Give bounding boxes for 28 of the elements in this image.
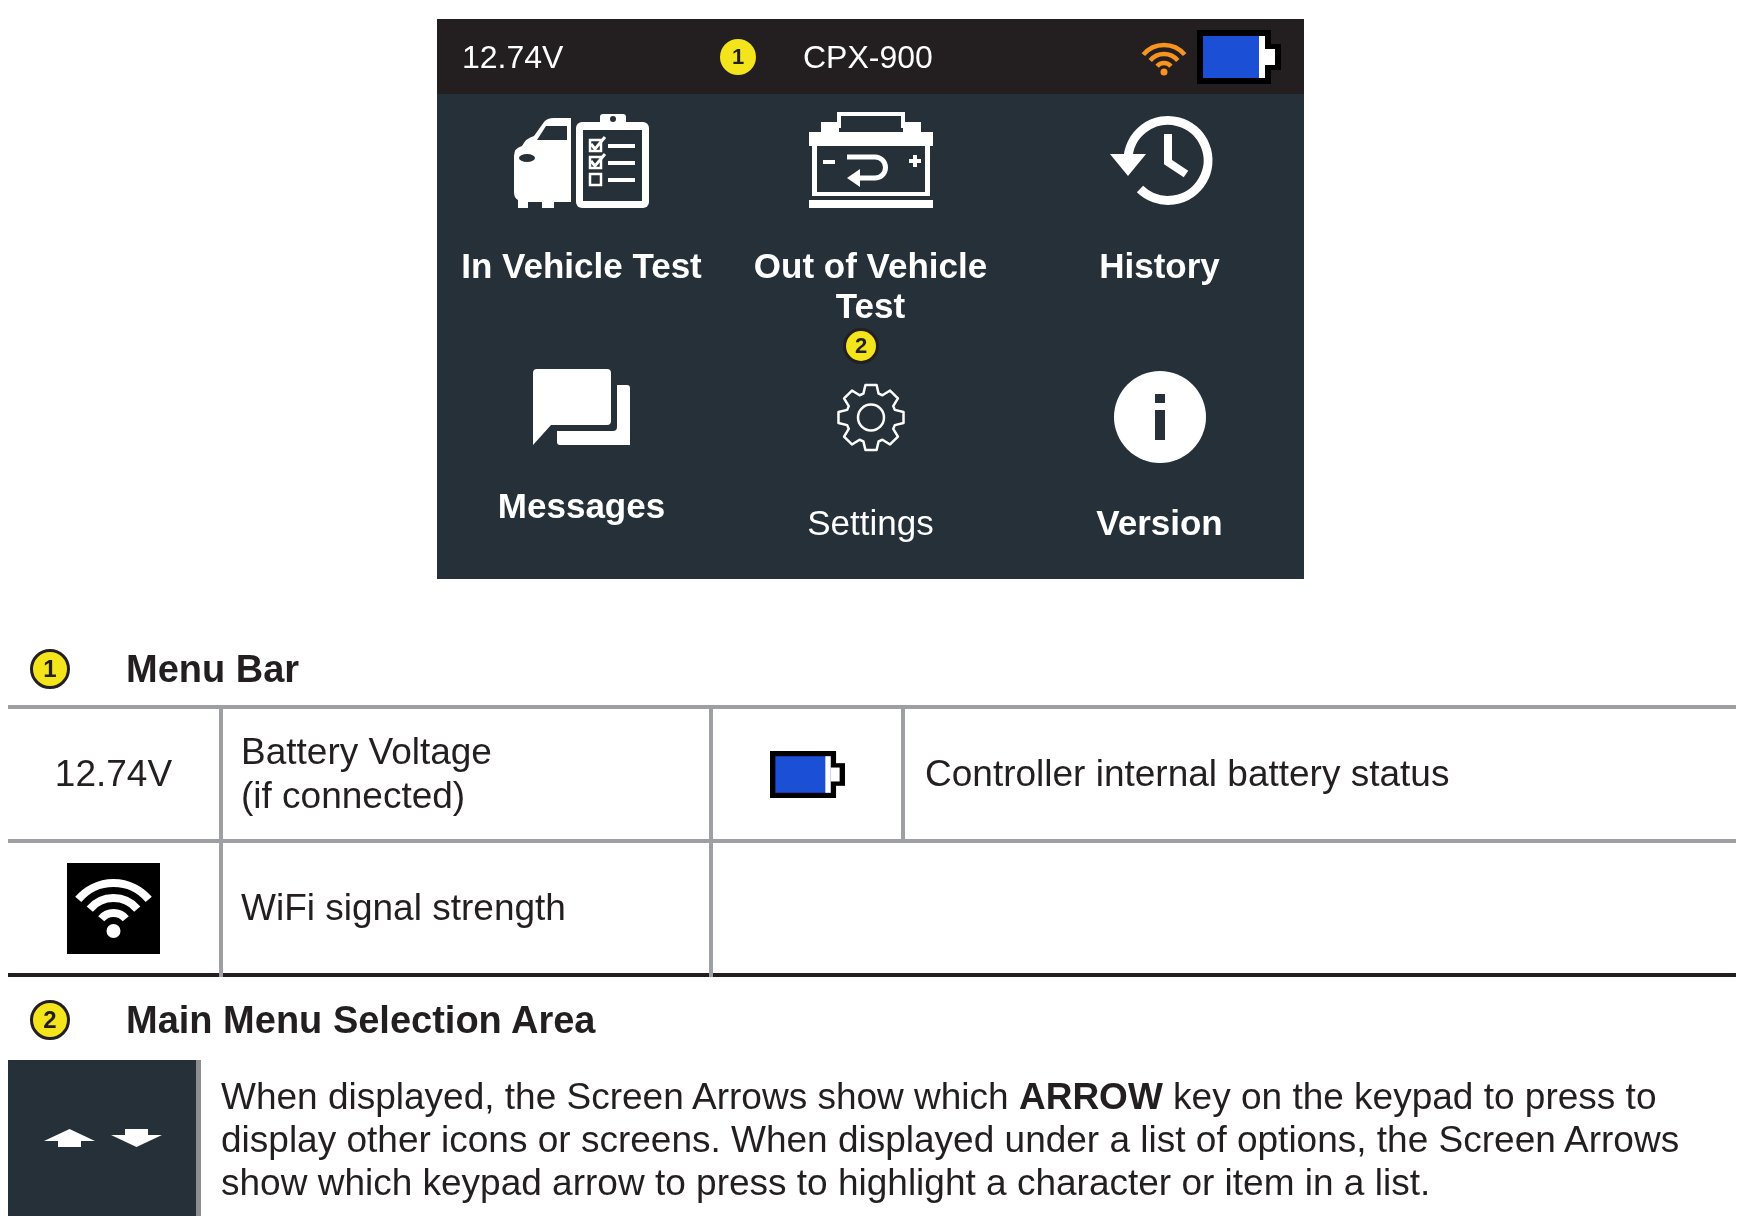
battery-arrow-icon — [808, 112, 933, 208]
menu-label: Settings — [807, 503, 934, 543]
menu-label: History — [1099, 246, 1220, 286]
menu-label: In Vehicle Test — [461, 246, 702, 286]
table-cell: 12.74V — [8, 707, 221, 841]
table-cell: Battery Voltage (if connected) — [221, 707, 711, 841]
device-model: CPX-900 — [803, 37, 933, 76]
description-text: When displayed, the Screen Arrows show which ARROW key on the keypad to press to display other icons or screens. When displayed under a list of options, the Screen Arrows show which keypad arrow to press to highlight a character or item in a list. — [221, 1075, 1681, 1204]
down-arrow-icon — [111, 1129, 162, 1147]
car-checklist-icon — [514, 112, 649, 208]
info-icon — [1111, 370, 1208, 464]
battery-icon — [1197, 29, 1281, 84]
section-title: Menu Bar — [126, 647, 300, 692]
menu-label: Out of Vehicle Test — [752, 246, 989, 326]
callout-number: 2 — [30, 1000, 70, 1040]
table-cell: WiFi signal strength — [221, 841, 711, 975]
up-arrow-icon — [44, 1129, 95, 1147]
menu-label: Version — [1096, 503, 1223, 543]
section-title: Main Menu Selection Area — [126, 998, 596, 1043]
battery-icon — [769, 750, 845, 798]
callout-number: 1 — [30, 649, 70, 689]
menu-label: Messages — [497, 486, 666, 526]
speech-bubbles-icon — [533, 369, 630, 445]
table-cell: Controller internal battery status — [903, 707, 1736, 841]
callout-number: 1 — [720, 38, 756, 75]
wifi-icon — [67, 862, 160, 954]
voltage-reading: 12.74V — [462, 37, 564, 76]
callout-number: 2 — [843, 328, 879, 364]
